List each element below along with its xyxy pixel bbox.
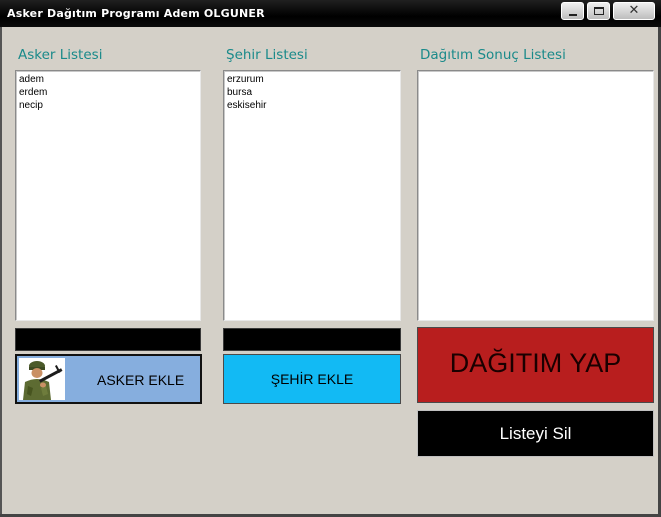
sehir-list-label: Şehir Listesi [226,47,308,63]
list-item[interactable]: bursa [224,86,400,99]
sonuc-list-items [418,71,653,73]
soldier-icon [19,358,65,400]
sonuc-listbox[interactable] [417,70,654,321]
sonuc-list-label: Dağıtım Sonuç Listesi [420,47,566,63]
list-item[interactable]: necip [16,99,200,112]
asker-listbox[interactable]: adem erdem necip [15,70,201,321]
asker-list-items: adem erdem necip [16,71,200,112]
dagitim-yap-label: DAĞITIM YAP [449,348,622,378]
list-item[interactable]: eskisehir [224,99,400,112]
sehir-ekle-label: ŞEHİR EKLE [270,371,354,387]
asker-list-label: Asker Listesi [18,47,103,63]
title-bar[interactable]: Asker Dağıtım Programı Adem OLGUNER ✕ [0,0,661,27]
dagitim-yap-button[interactable]: DAĞITIM YAP [417,327,654,403]
close-button[interactable]: ✕ [613,2,655,20]
sehir-input[interactable] [223,328,401,351]
close-icon: ✕ [628,3,640,18]
listeyi-sil-button[interactable]: Listeyi Sil [417,410,654,457]
minimize-icon [569,14,577,16]
minimize-button[interactable] [561,2,584,20]
window-title: Asker Dağıtım Programı Adem OLGUNER [7,7,265,20]
sehir-listbox[interactable]: erzurum bursa eskisehir [223,70,401,321]
asker-input[interactable] [15,328,201,351]
maximize-icon [594,7,604,15]
list-item[interactable]: erdem [16,86,200,99]
sehir-list-items: erzurum bursa eskisehir [224,71,400,112]
list-item[interactable]: erzurum [224,73,400,86]
sehir-ekle-button[interactable]: ŞEHİR EKLE [223,354,401,404]
list-item[interactable]: adem [16,73,200,86]
window-frame-left [0,27,2,517]
asker-ekle-button[interactable]: ASKER EKLE [15,354,202,404]
listeyi-sil-label: Listeyi Sil [499,424,572,443]
asker-ekle-label: ASKER EKLE [97,372,185,388]
maximize-button[interactable] [587,2,610,20]
